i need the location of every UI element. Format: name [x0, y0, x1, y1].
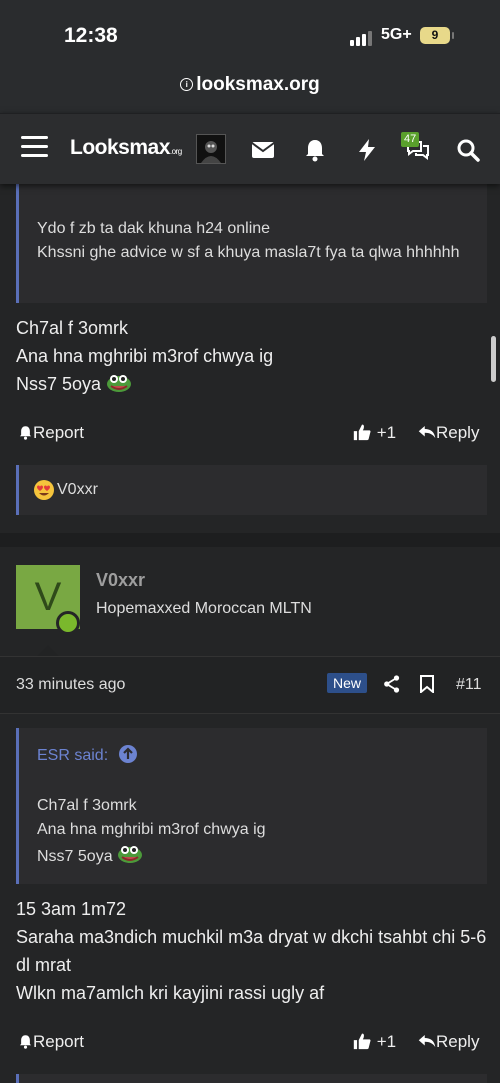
post-1-body-line: Ana hna mghribi m3rof chwya ig	[16, 346, 274, 366]
pepe-emoji-icon	[107, 375, 132, 392]
post-1-quote-line: Ydo f zb ta dak khuna h24 online	[37, 220, 271, 237]
report-label: Report	[33, 423, 85, 442]
browser-url-bar[interactable]: i looksmax.org	[0, 70, 500, 113]
online-indicator-icon	[56, 611, 80, 635]
new-badge: New	[327, 673, 368, 693]
post-2-quote-header[interactable]: ESR said:	[37, 745, 137, 765]
post-1-quote-line: Khssni ghe advice w sf a khuya masla7t f…	[37, 244, 460, 261]
post-1-body: Ch7al f 3omrk Ana hna mghribi m3rof chwy…	[16, 314, 273, 398]
site-logo[interactable]: Looksmax.org	[70, 136, 182, 160]
page-scrollbar[interactable]	[491, 336, 496, 382]
arrow-up-circle-icon	[118, 745, 137, 763]
user-avatar[interactable]	[196, 134, 226, 164]
status-bar: 12:38 5G+ 9	[0, 0, 500, 70]
signal-icon	[350, 28, 374, 46]
logo-text: Looksmax	[70, 136, 170, 159]
post-2-reply-button[interactable]: Reply	[418, 1032, 479, 1052]
post-1-reactions[interactable]: V0xxr	[16, 465, 487, 515]
post-2-body: 15 3am 1m72 Saraha ma3ndich muchkil m3a …	[16, 895, 500, 1007]
lightning-icon[interactable]	[355, 138, 379, 162]
post-1-like-button[interactable]: +1	[352, 423, 396, 443]
post-1-reply-button[interactable]: Reply	[418, 423, 479, 443]
battery-icon: 9	[420, 27, 454, 44]
site-navbar: Looksmax.org 47	[0, 113, 500, 184]
post-2-quote-author: ESR said:	[37, 747, 109, 764]
share-icon[interactable]	[383, 675, 401, 693]
post-2-quote-line: Ch7al f 3omrk	[37, 797, 137, 814]
alerts-count-badge: 47	[401, 132, 420, 147]
thumbs-up-icon	[353, 424, 371, 441]
post-1-body-line: Ch7al f 3omrk	[16, 318, 129, 338]
reply-icon	[418, 426, 436, 438]
reply-label: Reply	[436, 1032, 480, 1051]
post-2-body-line: 15 3am 1m72	[16, 899, 127, 919]
post-number[interactable]: #11	[456, 676, 482, 694]
post-2-username[interactable]: V0xxr	[96, 570, 145, 591]
bookmark-icon[interactable]	[420, 675, 434, 693]
reaction-username: V0xxr	[57, 481, 98, 498]
menu-icon[interactable]	[21, 136, 48, 163]
envelope-icon[interactable]	[251, 138, 275, 162]
heart-eyes-emoji-icon	[34, 480, 54, 500]
post-2-quote: ESR said: Ch7al f 3omrk Ana hna mghribi …	[16, 728, 487, 884]
status-time: 12:38	[64, 24, 118, 47]
post-2-report-button[interactable]: Report	[18, 1032, 84, 1052]
url-text: looksmax.org	[196, 74, 320, 95]
search-icon[interactable]	[456, 138, 480, 162]
logo-suffix: .org	[169, 147, 182, 156]
reply-label: Reply	[436, 423, 480, 442]
post-1-quote: Yekki said: Ydo f zb ta dak khuna h24 on…	[16, 169, 487, 303]
post-2-body-line: Wlkn ma7amlch kri kayjini rassi ugly af	[16, 983, 325, 1003]
reply-icon	[418, 1035, 436, 1047]
bell-icon	[19, 426, 32, 440]
like-label: +1	[376, 1032, 397, 1051]
report-label: Report	[33, 1032, 85, 1051]
thumbs-up-icon	[353, 1033, 371, 1050]
bell-icon[interactable]	[303, 138, 327, 162]
bell-icon	[19, 1035, 32, 1049]
post-1-body-line: Nss7 5oya	[16, 374, 102, 394]
post-2-time[interactable]: 33 minutes ago	[16, 676, 125, 694]
post-2-user-title: Hopemaxxed Moroccan MLTN	[96, 600, 312, 617]
post-separator	[0, 533, 500, 547]
battery-level: 9	[431, 28, 439, 42]
post-1-report-button[interactable]: Report	[18, 423, 84, 443]
post-2-like-button[interactable]: +1	[352, 1032, 396, 1052]
like-label: +1	[376, 423, 397, 442]
post-2-reactions[interactable]	[16, 1074, 487, 1083]
post-2-meta-bar: 33 minutes ago New #11	[0, 656, 500, 714]
network-type: 5G+	[381, 26, 412, 43]
post-2-quote-line: Nss7 5oya	[37, 848, 113, 865]
pepe-emoji-icon	[118, 846, 143, 863]
info-icon: i	[180, 78, 194, 91]
post-2-body-line: Saraha ma3ndich muchkil m3a dryat w dkch…	[16, 927, 487, 975]
post-2-quote-line: Ana hna mghribi m3rof chwya ig	[37, 821, 266, 838]
